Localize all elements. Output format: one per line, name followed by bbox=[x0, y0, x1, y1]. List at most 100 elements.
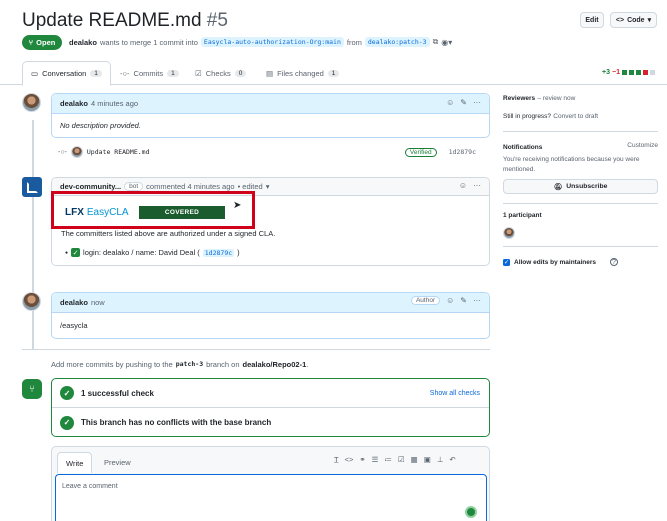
commit-icon: -○- bbox=[120, 68, 130, 78]
table-icon[interactable]: ▦ bbox=[411, 455, 418, 464]
commit-row: -○- Update README.md Verified 1d2879c bbox=[58, 145, 490, 159]
page-title: Update README.md #5 bbox=[22, 10, 228, 32]
edit-button[interactable]: Edit bbox=[580, 12, 604, 28]
avatar[interactable] bbox=[503, 227, 515, 239]
edited-dropdown[interactable]: • edited bbox=[238, 182, 263, 191]
tab-write[interactable]: Write bbox=[57, 452, 93, 473]
copy-icon[interactable]: ⧉ bbox=[433, 37, 439, 47]
repo-link[interactable]: dealako/Repo02-1 bbox=[243, 360, 307, 369]
comment-body: No description provided. bbox=[60, 121, 141, 130]
file-diff-icon: ▤ bbox=[266, 68, 274, 78]
lf-bracket-icon bbox=[26, 181, 38, 193]
allow-edits-checkbox[interactable]: ✓ bbox=[503, 258, 510, 266]
git-merge-icon: ⑂ bbox=[22, 379, 42, 399]
author-link[interactable]: dealako bbox=[69, 38, 97, 47]
tab-commits[interactable]: -○- Commits 1 bbox=[112, 61, 187, 85]
comment-time[interactable]: 4 minutes ago bbox=[91, 99, 138, 108]
kebab-menu-icon[interactable]: ··· bbox=[473, 181, 481, 190]
notifications-title: Notifications bbox=[503, 144, 543, 151]
author-badge: Author bbox=[410, 296, 441, 305]
comment-author[interactable]: dealako bbox=[60, 298, 88, 307]
bot-avatar[interactable] bbox=[22, 177, 42, 197]
highlight-box bbox=[51, 191, 255, 229]
eye-icon[interactable]: ◉▾ bbox=[441, 38, 452, 47]
comment-author[interactable]: dev-community... bbox=[60, 182, 121, 191]
divider bbox=[503, 131, 658, 132]
bot-badge: bot bbox=[124, 182, 144, 191]
tab-files-changed[interactable]: ▤ Files changed 1 bbox=[258, 61, 347, 85]
kebab-menu-icon[interactable]: ··· bbox=[473, 98, 481, 107]
diff-block bbox=[629, 70, 634, 75]
diff-block bbox=[622, 70, 627, 75]
bulleted-list-icon[interactable]: ☰ bbox=[372, 455, 379, 464]
code-button[interactable]: <> Code ▾ bbox=[610, 12, 657, 28]
comment-card: dealako now Author ☺ ✎ ··· /easycla bbox=[51, 292, 490, 339]
reviewers-section: Reviewers – review now bbox=[503, 95, 576, 102]
attach-icon[interactable]: ⊥ bbox=[437, 455, 444, 464]
pr-title: Update README.md bbox=[22, 10, 202, 31]
diff-block bbox=[643, 70, 648, 75]
pr-meta: dealako wants to merge 1 commit into Eas… bbox=[69, 37, 453, 47]
customize-link[interactable]: Customize bbox=[627, 142, 658, 149]
comment-placeholder: Leave a comment bbox=[62, 483, 118, 490]
heading-icon[interactable]: T̲ bbox=[334, 455, 339, 464]
reviewers-title[interactable]: Reviewers bbox=[503, 95, 535, 102]
notifications-section: Notifications Customize bbox=[503, 142, 658, 151]
diffstat: +3 −1 bbox=[602, 69, 655, 76]
divider bbox=[503, 246, 658, 247]
participants-title: 1 participant bbox=[503, 212, 542, 219]
unsubscribe-button[interactable]: 🔕︎ Unsubscribe bbox=[503, 179, 658, 194]
check-row: ✓ This branch has no conflicts with the … bbox=[52, 408, 489, 437]
tab-checks[interactable]: ☑ Checks 0 bbox=[187, 61, 254, 85]
convert-to-draft-link[interactable]: Convert to draft bbox=[553, 113, 598, 120]
tab-bar: ▭ Conversation 1 -○- Commits 1 ☑ Checks … bbox=[0, 61, 667, 86]
check-circle-icon: ✓ bbox=[60, 386, 74, 400]
pencil-icon[interactable]: ✎ bbox=[460, 296, 467, 305]
tab-preview[interactable]: Preview bbox=[96, 452, 139, 472]
avatar[interactable] bbox=[22, 292, 41, 311]
copilot-icon[interactable] bbox=[465, 506, 477, 518]
comment-author[interactable]: dealako bbox=[60, 99, 88, 108]
image-icon[interactable]: ▣ bbox=[424, 455, 431, 464]
notifications-reason: You're receiving notifications because y… bbox=[503, 156, 640, 173]
task-list-icon[interactable]: ☑ bbox=[398, 455, 405, 464]
cla-status-text: The committers listed above are authoriz… bbox=[61, 229, 276, 238]
comment-textarea[interactable]: Leave a comment bbox=[55, 474, 487, 521]
check-icon: ✓ bbox=[71, 248, 81, 257]
timeline-line bbox=[32, 120, 34, 350]
comment-icon: ▭ bbox=[31, 69, 39, 78]
smiley-icon[interactable]: ☺ bbox=[459, 181, 467, 190]
bullet-icon: ● bbox=[65, 249, 69, 256]
commit-message[interactable]: Update README.md bbox=[87, 148, 150, 156]
base-branch[interactable]: Easycla-auto-authorization-Org:main bbox=[200, 37, 344, 47]
verified-badge[interactable]: Verified bbox=[404, 147, 437, 157]
diff-block bbox=[636, 70, 641, 75]
code-icon[interactable]: <> bbox=[345, 455, 354, 464]
smiley-icon[interactable]: ☺ bbox=[446, 98, 454, 107]
comment-header: dealako 4 minutes ago ☺ ✎ ··· bbox=[52, 94, 489, 114]
format-toolbar: T̲ <> ⚭ ☰ ≔ ☑ ▦ ▣ ⊥ ↶ bbox=[334, 455, 487, 464]
commit-sha-link[interactable]: 1d2879c bbox=[202, 248, 235, 257]
head-branch[interactable]: dealako:patch-3 bbox=[364, 37, 430, 47]
show-all-checks-link[interactable]: Show all checks bbox=[430, 390, 480, 397]
list-item: ● ✓ login: dealako / name: David Deal ( … bbox=[65, 248, 240, 257]
tab-conversation[interactable]: ▭ Conversation 1 bbox=[22, 61, 111, 86]
pr-number: #5 bbox=[206, 10, 228, 31]
commit-sha[interactable]: 1d2879c bbox=[449, 148, 476, 156]
comment-action[interactable]: commented 4 minutes ago bbox=[146, 182, 234, 191]
comment-time[interactable]: now bbox=[91, 298, 105, 307]
merge-checks-box: ✓ 1 successful check Show all checks ✓ T… bbox=[51, 378, 490, 437]
check-row[interactable]: ✓ 1 successful check Show all checks bbox=[52, 379, 489, 408]
question-icon[interactable]: ? bbox=[610, 258, 618, 266]
commit-icon: -○- bbox=[58, 148, 67, 156]
numbered-list-icon[interactable]: ≔ bbox=[384, 455, 392, 464]
avatar[interactable] bbox=[22, 93, 41, 112]
undo-icon[interactable]: ↶ bbox=[449, 455, 455, 464]
pencil-icon[interactable]: ✎ bbox=[460, 98, 467, 107]
chevron-down-icon[interactable]: ▾ bbox=[266, 182, 270, 191]
smiley-icon[interactable]: ☺ bbox=[446, 296, 454, 305]
link-icon[interactable]: ⚭ bbox=[359, 455, 365, 464]
avatar[interactable] bbox=[70, 146, 83, 158]
kebab-menu-icon[interactable]: ··· bbox=[473, 296, 481, 305]
push-hint: Add more commits by pushing to the patch… bbox=[51, 360, 309, 369]
